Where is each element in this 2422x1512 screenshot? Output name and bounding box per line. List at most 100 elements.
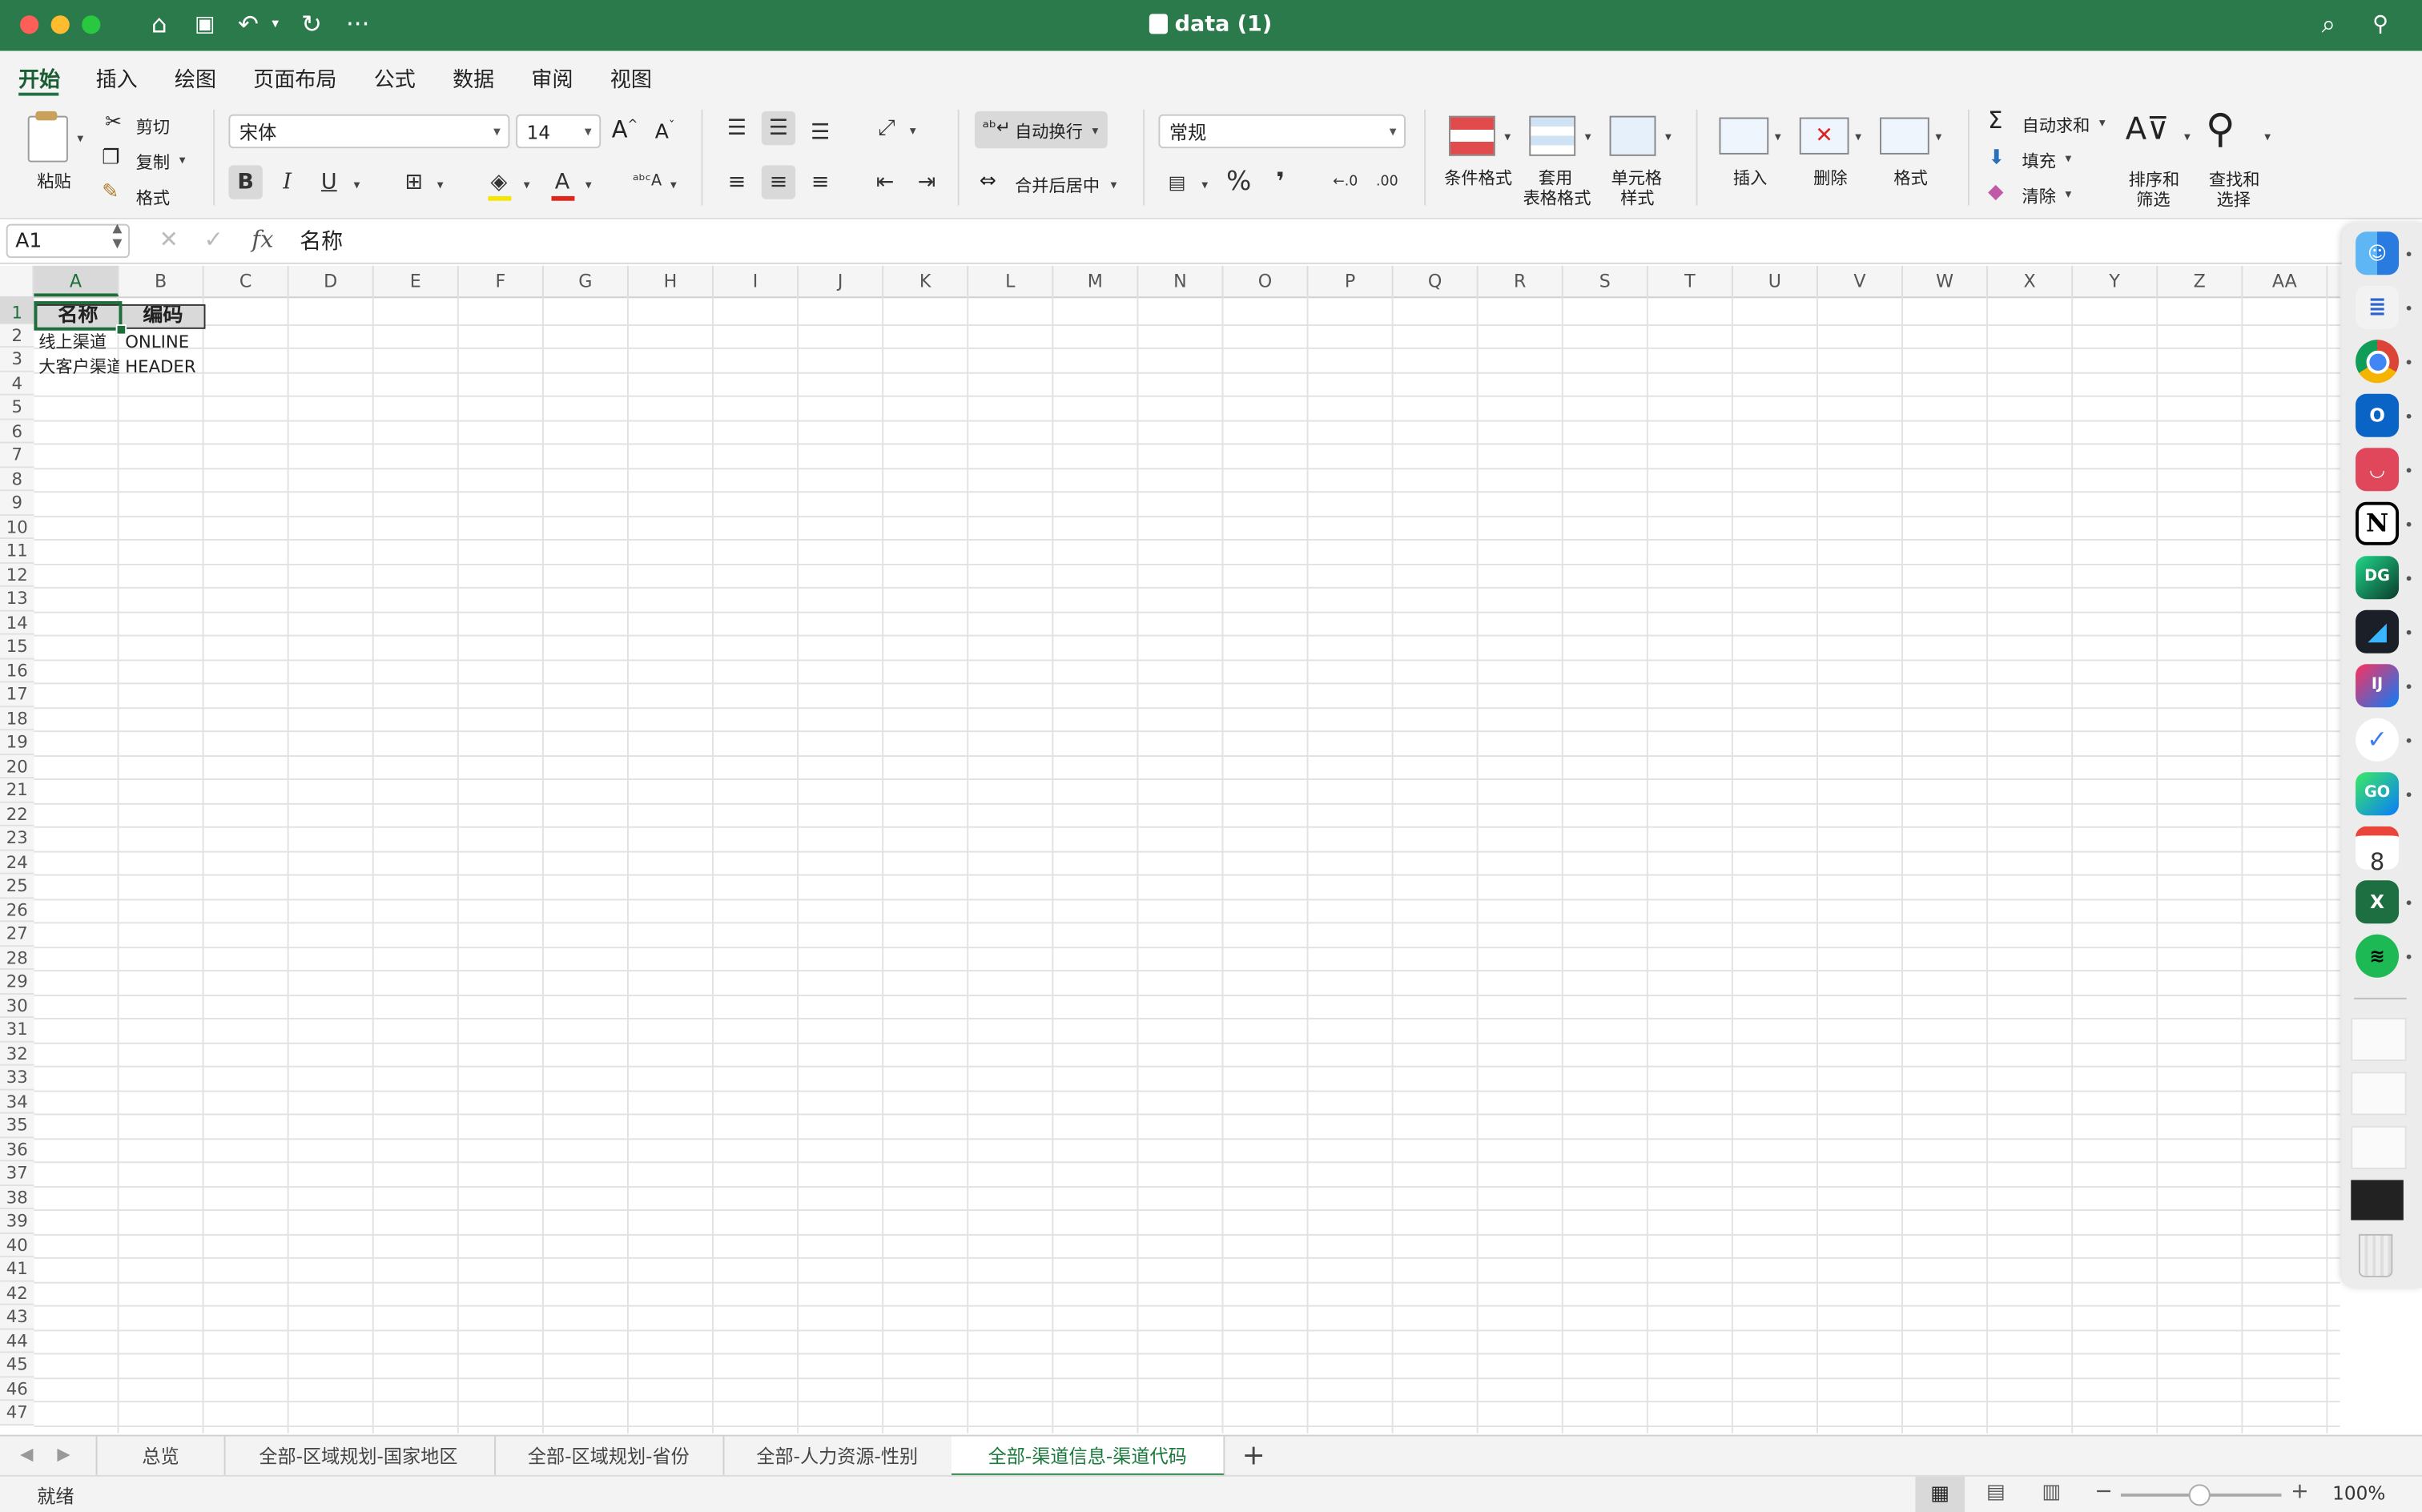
wrap-text-button[interactable]: ᵃᵇ↵ 自动换行 ▾ — [974, 111, 1108, 149]
fill-dropdown-icon[interactable]: ▾ — [2065, 151, 2071, 165]
column-header-t[interactable]: T — [1648, 265, 1733, 297]
column-header-aa[interactable]: AA — [2243, 265, 2328, 297]
row-header-12[interactable]: 12 — [0, 562, 34, 587]
row-header-20[interactable]: 20 — [0, 754, 34, 778]
row-header-11[interactable]: 11 — [0, 539, 34, 563]
worksheet-grid[interactable]: A B C D E F G H I J K L M N O P Q R S T U V W X Y Z AA 1 2 3 4 5 6 7 8 9 10… — [0, 265, 2340, 1434]
format-painter-button[interactable]: 格式 — [136, 185, 170, 210]
font-size-select[interactable]: 14 ▾ — [516, 114, 601, 149]
spotify-icon[interactable]: ≋ — [2356, 934, 2400, 978]
underline-dropdown-icon[interactable]: ▾ — [354, 178, 360, 191]
row-header-38[interactable]: 38 — [0, 1185, 34, 1210]
sheet-tab-overview[interactable]: 总览 — [95, 1436, 226, 1477]
row-header-28[interactable]: 28 — [0, 946, 34, 971]
row-header-1[interactable]: 1 — [0, 296, 34, 324]
tab-insert[interactable]: 插入 — [96, 62, 138, 93]
eraser-icon[interactable]: ◆ — [1988, 181, 2003, 204]
fill-color-icon[interactable]: ◈ — [482, 165, 516, 199]
sheet-tab-provinces[interactable]: 全部-区域规划-省份 — [494, 1436, 725, 1477]
row-header-40[interactable]: 40 — [0, 1233, 34, 1257]
account-icon[interactable]: ⚲ — [2372, 10, 2388, 41]
row-header-42[interactable]: 42 — [0, 1281, 34, 1305]
normal-view-button[interactable]: ▦ — [1915, 1476, 1965, 1512]
row-header-9[interactable]: 9 — [0, 491, 34, 516]
autosum-icon[interactable]: Σ — [1988, 107, 2002, 135]
phonetic-dropdown-icon[interactable]: ▾ — [670, 178, 677, 191]
fill-color-dropdown-icon[interactable]: ▾ — [524, 178, 530, 191]
column-header-r[interactable]: R — [1479, 265, 1563, 297]
underline-button[interactable]: U — [312, 165, 346, 199]
row-header-2[interactable]: 2 — [0, 324, 34, 348]
font-color-icon[interactable]: A — [545, 165, 579, 199]
row-header-14[interactable]: 14 — [0, 610, 34, 635]
decrease-decimal-icon[interactable]: .00 — [1370, 165, 1404, 199]
row-header-21[interactable]: 21 — [0, 778, 34, 802]
row-header-41[interactable]: 41 — [0, 1257, 34, 1281]
font-name-select[interactable]: 宋体 ▾ — [228, 114, 510, 149]
column-header-o[interactable]: O — [1223, 265, 1309, 297]
format-cells-button[interactable]: ▾ 格式 — [1872, 113, 1949, 211]
column-header-q[interactable]: Q — [1394, 265, 1479, 297]
calendar-icon[interactable]: 8 — [2356, 826, 2400, 875]
row-header-13[interactable]: 13 — [0, 586, 34, 611]
row-header-47[interactable]: 47 — [0, 1401, 34, 1426]
tab-formulas[interactable]: 公式 — [374, 62, 416, 93]
align-right-icon[interactable]: ≡ — [803, 165, 837, 199]
finder-icon[interactable]: ☺ — [2356, 231, 2400, 275]
formula-input[interactable]: 名称 — [300, 226, 343, 257]
chrome-icon[interactable] — [2356, 340, 2400, 384]
phonetic-guide-icon[interactable]: ᵃᵇᶜA — [630, 165, 664, 199]
tab-view[interactable]: 视图 — [610, 62, 652, 93]
next-sheet-icon[interactable]: ▶ — [57, 1444, 70, 1464]
column-header-h[interactable]: H — [629, 265, 714, 297]
align-center-icon[interactable]: ≡ — [761, 165, 796, 199]
trash-icon[interactable] — [2358, 1233, 2393, 1277]
column-header-v[interactable]: V — [1818, 265, 1903, 297]
increase-decimal-icon[interactable]: ←.0 — [1329, 165, 1362, 199]
percent-button[interactable]: % — [1221, 165, 1255, 199]
cell-a3[interactable]: 大客户渠道 — [38, 356, 119, 379]
row-header-39[interactable]: 39 — [0, 1209, 34, 1233]
italic-button[interactable]: I — [270, 165, 304, 199]
sort-filter-button[interactable]: A⊽ ▾ 排序和 筛选 — [2119, 110, 2199, 211]
number-format-select[interactable]: 常规 ▾ — [1158, 114, 1406, 149]
minimized-window-thumbnail[interactable] — [2351, 1125, 2407, 1169]
tab-draw[interactable]: 绘图 — [175, 62, 216, 93]
row-header-18[interactable]: 18 — [0, 706, 34, 731]
row-header-31[interactable]: 31 — [0, 1017, 34, 1042]
add-sheet-icon[interactable]: + — [1242, 1439, 1265, 1472]
decrease-font-size-icon[interactable]: Aˇ — [655, 119, 675, 143]
column-header-y[interactable]: Y — [2073, 265, 2158, 297]
name-box[interactable]: A1 ▲ ▼ — [6, 221, 130, 259]
format-as-table-button[interactable]: ▾ 套用 表格格式 — [1520, 113, 1597, 211]
font-color-dropdown-icon[interactable]: ▾ — [585, 178, 592, 191]
column-header-a[interactable]: A — [34, 265, 119, 297]
borders-dropdown-icon[interactable]: ▾ — [437, 178, 444, 191]
paste-dropdown-icon[interactable]: ▾ — [77, 131, 83, 145]
minimized-window-thumbnail[interactable] — [2351, 1072, 2407, 1116]
row-header-16[interactable]: 16 — [0, 658, 34, 683]
row-header-25[interactable]: 25 — [0, 874, 34, 899]
row-header-23[interactable]: 23 — [0, 826, 34, 850]
tab-data[interactable]: 数据 — [453, 62, 494, 93]
column-header-s[interactable]: S — [1563, 265, 1648, 297]
confirm-entry-icon[interactable]: ✓ — [204, 226, 223, 254]
cut-button[interactable]: 剪切 — [136, 115, 170, 139]
row-header-37[interactable]: 37 — [0, 1161, 34, 1186]
pocket-app-icon[interactable]: ◡ — [2356, 448, 2400, 492]
goland-icon[interactable]: GO — [2356, 772, 2400, 816]
select-all-corner[interactable] — [0, 265, 34, 297]
align-middle-icon[interactable]: ☰ — [761, 111, 796, 146]
conditional-format-button[interactable]: ▾ 条件格式 — [1439, 113, 1516, 211]
column-header-f[interactable]: F — [459, 265, 544, 297]
column-header-c[interactable]: C — [204, 265, 289, 297]
cell-styles-button[interactable]: ▾ 单元格 样式 — [1600, 113, 1677, 211]
copy-icon[interactable]: ❐ — [102, 147, 119, 170]
minimized-window-thumbnail[interactable] — [2351, 1180, 2404, 1220]
merge-center-button[interactable]: ⇔ 合并后居中 ▾ — [975, 165, 1129, 202]
column-header-u[interactable]: U — [1733, 265, 1818, 297]
align-bottom-icon[interactable]: ☰ — [803, 116, 837, 150]
autosum-dropdown-icon[interactable]: ▾ — [2099, 116, 2106, 130]
datagrip-icon[interactable]: DG — [2356, 556, 2400, 600]
cell-b2[interactable]: ONLINE — [125, 331, 205, 354]
